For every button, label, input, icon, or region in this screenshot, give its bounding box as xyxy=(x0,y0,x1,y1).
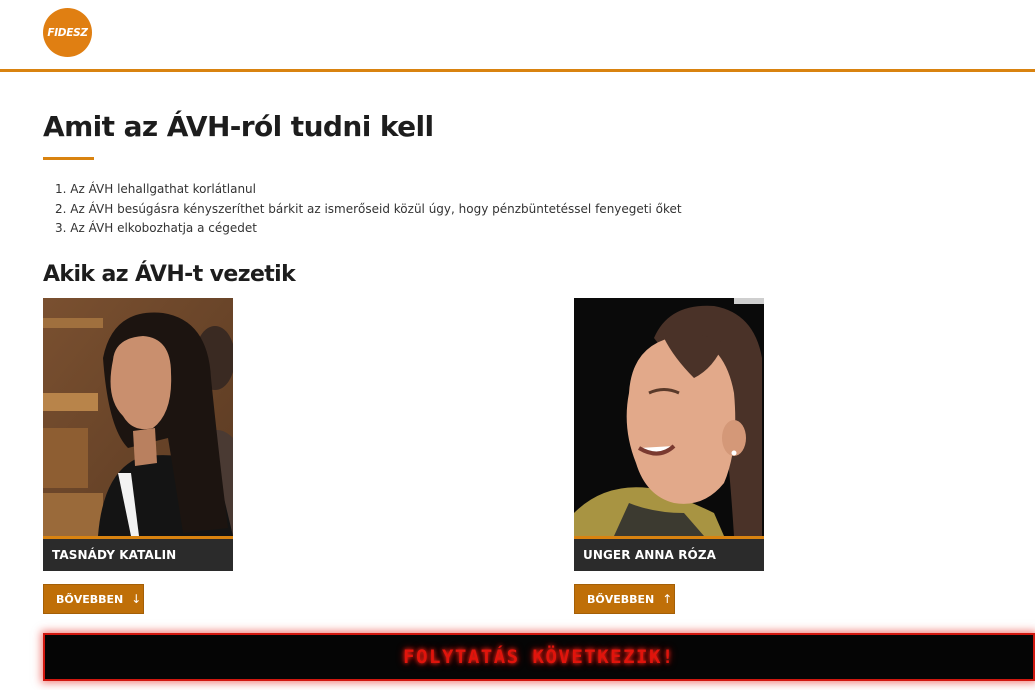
page-title: Amit az ÁVH-ról tudni kell xyxy=(43,110,434,143)
name-bar: UNGER ANNA RÓZA xyxy=(574,536,764,571)
fidesz-logo[interactable]: FIDESZ xyxy=(43,8,92,57)
fact-item: 2. Az ÁVH besúgásra kényszeríthet bárkit… xyxy=(55,201,682,216)
more-button-label: BŐVEBBEN xyxy=(56,592,124,606)
person-photo xyxy=(574,298,764,536)
person-card: UNGER ANNA RÓZA xyxy=(574,298,764,571)
person-photo-image xyxy=(574,298,764,536)
title-underline xyxy=(43,157,94,160)
person-photo-image xyxy=(43,298,233,536)
person-name: UNGER ANNA RÓZA xyxy=(583,548,717,562)
more-button-label: BŐVEBBEN xyxy=(587,592,655,606)
more-button[interactable]: BŐVEBBEN ↓ xyxy=(43,584,144,614)
arrow-up-icon: ↑ xyxy=(662,592,673,606)
fact-item: 1. Az ÁVH lehallgathat korlátlanul xyxy=(55,182,256,196)
section-subtitle: Akik az ÁVH-t vezetik xyxy=(43,262,296,287)
fact-item: 3. Az ÁVH elkobozhatja a cégedet xyxy=(55,221,257,235)
continuation-banner: FOLYTATÁS KÖVETKEZIK! xyxy=(43,633,1035,681)
person-photo xyxy=(43,298,233,536)
person-card: TASNÁDY KATALIN xyxy=(43,298,233,571)
logo-text: FIDESZ xyxy=(47,26,88,39)
arrow-down-icon: ↓ xyxy=(131,592,142,606)
banner-text: FOLYTATÁS KÖVETKEZIK! xyxy=(403,646,675,668)
facts-list: 1. Az ÁVH lehallgathat korlátlanul 2. Az… xyxy=(55,180,682,239)
site-header: FIDESZ xyxy=(0,0,1035,72)
more-button[interactable]: BŐVEBBEN ↑ xyxy=(574,584,675,614)
name-bar: TASNÁDY KATALIN xyxy=(43,536,233,571)
person-name: TASNÁDY KATALIN xyxy=(52,548,177,562)
